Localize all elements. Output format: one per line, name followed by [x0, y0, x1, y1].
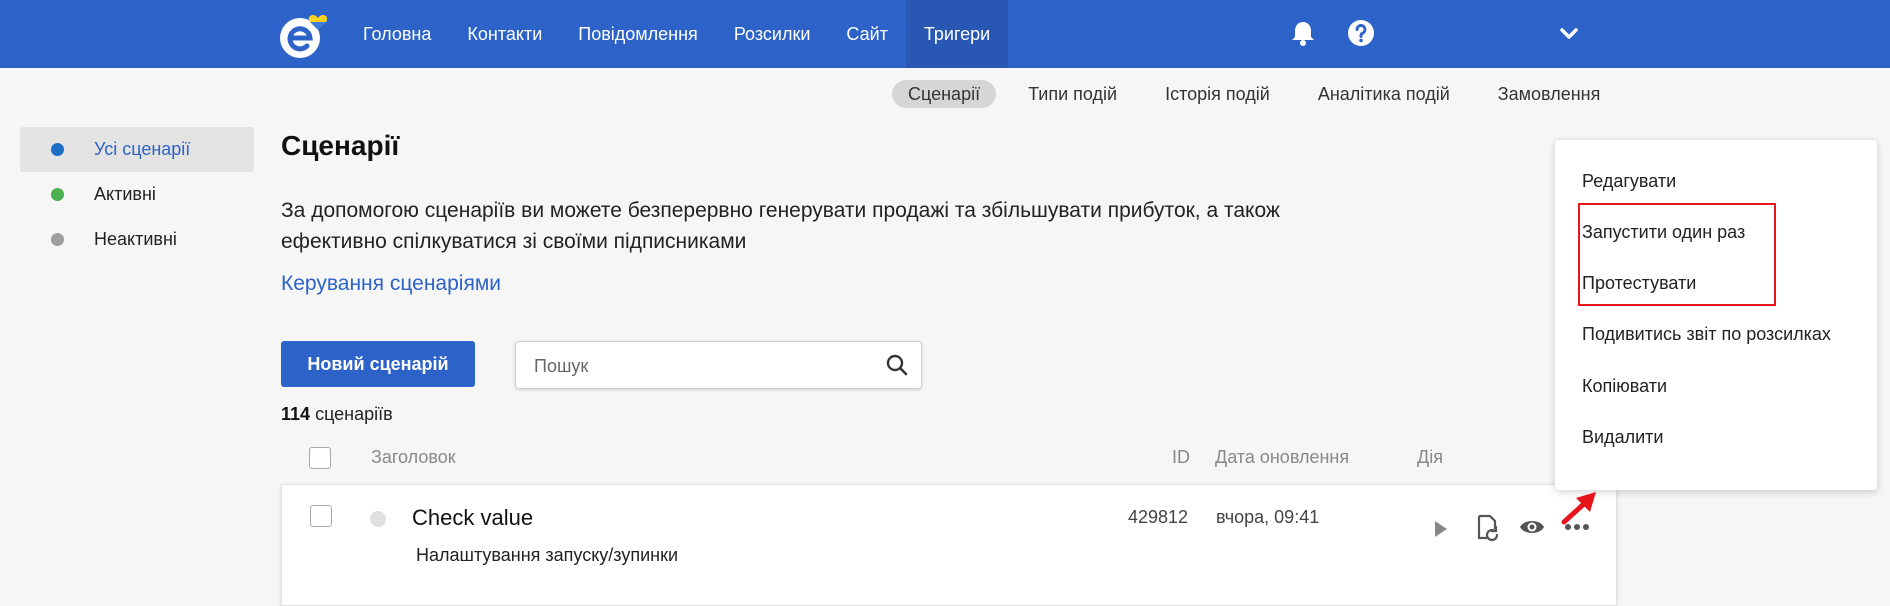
status-dot-icon — [51, 188, 64, 201]
page-title: Сценарії — [281, 130, 400, 161]
tab-scenarios[interactable]: Сценарії — [892, 80, 997, 108]
sidebar-item-label: Неактивні — [94, 229, 177, 249]
search-icon[interactable] — [885, 353, 909, 377]
help-icon[interactable] — [1346, 18, 1376, 48]
chevron-down-icon[interactable] — [1554, 18, 1584, 48]
column-header-id: ID — [1172, 447, 1190, 467]
status-dot-icon — [51, 143, 64, 156]
eye-icon[interactable] — [1518, 517, 1546, 537]
play-icon[interactable] — [1430, 517, 1450, 541]
scenario-id: 429812 — [1128, 507, 1189, 527]
menu-item-copy[interactable]: Копіювати — [1582, 376, 1667, 397]
sidebar-item-label: Активні — [94, 184, 156, 204]
manage-scenarios-link[interactable]: Керування сценаріями — [281, 272, 501, 296]
start-stop-settings-link[interactable]: Налаштування запуску/зупинки — [416, 545, 678, 566]
main-nav: Головна Контакти Повідомлення Розсилки С… — [345, 0, 1009, 68]
highlight-box — [1578, 203, 1776, 306]
sidebar-item-active[interactable]: Активні — [20, 172, 254, 217]
status-dot-icon — [370, 511, 386, 527]
menu-item-delete[interactable]: Видалити — [1582, 427, 1663, 448]
column-header-updated: Дата оновлення — [1215, 447, 1350, 467]
nav-item-triggers[interactable]: Тригери — [905, 0, 1009, 68]
tab-event-history[interactable]: Історія подій — [1149, 80, 1286, 108]
select-all-checkbox[interactable] — [309, 447, 331, 469]
bell-icon[interactable] — [1288, 18, 1318, 48]
page-description: За допомогою сценаріїв ви можете безпере… — [281, 199, 1280, 253]
scenario-count: 114 сценаріїв — [281, 404, 393, 425]
column-header-title: Заголовок — [371, 447, 456, 467]
tab-orders[interactable]: Замовлення — [1482, 80, 1617, 108]
nav-item-site[interactable]: Сайт — [828, 0, 906, 68]
new-scenario-button[interactable]: Новий сценарій — [281, 341, 475, 387]
nav-item-messages[interactable]: Повідомлення — [560, 0, 716, 68]
scenario-title[interactable]: Check value — [412, 505, 533, 531]
search-box — [515, 341, 922, 390]
arrow-icon — [1561, 492, 1596, 525]
sidebar-item-inactive[interactable]: Неактивні — [20, 217, 254, 262]
count-number: 114 — [281, 404, 311, 424]
table-row: Check value Налаштування запуску/зупинки… — [281, 484, 1617, 606]
tab-event-analytics[interactable]: Аналітика подій — [1302, 80, 1466, 108]
restart-icon[interactable] — [1475, 513, 1501, 543]
scenario-updated: вчора, 09:41 — [1216, 507, 1320, 527]
row-checkbox[interactable] — [310, 505, 332, 527]
nav-item-home[interactable]: Головна — [345, 0, 449, 68]
nav-item-campaigns[interactable]: Розсилки — [716, 0, 829, 68]
status-dot-icon — [51, 233, 64, 246]
column-header-action: Дія — [1417, 447, 1443, 467]
count-label: сценаріїв — [315, 404, 393, 424]
top-navigation-bar: Головна Контакти Повідомлення Розсилки С… — [0, 0, 1890, 68]
menu-item-edit[interactable]: Редагувати — [1582, 171, 1676, 192]
search-input[interactable] — [532, 342, 876, 390]
sub-navigation: Сценарії Типи подій Історія подій Аналіт… — [892, 80, 1616, 108]
tab-event-types[interactable]: Типи подій — [1012, 80, 1133, 108]
row-actions-menu: Редагувати Запустити один раз Протестува… — [1555, 140, 1877, 490]
sidebar: Усі сценарії Активні Неактивні — [20, 127, 254, 262]
menu-item-view-report[interactable]: Подивитись звіт по розсилках — [1582, 324, 1831, 345]
sidebar-item-all[interactable]: Усі сценарії — [20, 127, 254, 172]
logo-icon[interactable] — [278, 8, 338, 60]
nav-item-contacts[interactable]: Контакти — [449, 0, 560, 68]
sidebar-item-label: Усі сценарії — [94, 139, 191, 159]
